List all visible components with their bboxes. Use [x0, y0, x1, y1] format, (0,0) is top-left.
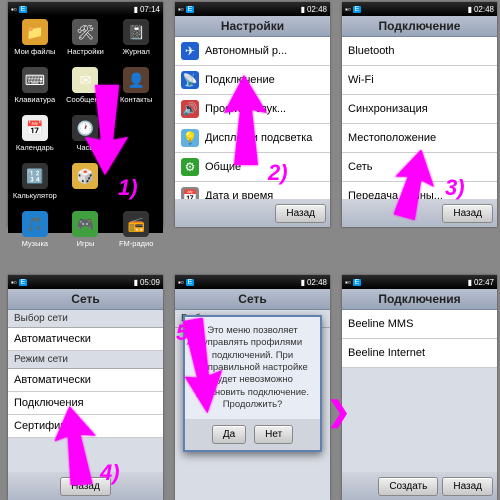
app-icon[interactable]: 📅Календарь	[10, 115, 60, 162]
list-item[interactable]: Синхронизация	[342, 95, 497, 124]
title-bar: Сеть	[8, 289, 163, 310]
title-bar: Настройки	[175, 16, 330, 37]
status-bar: ▪▫E▮02:48	[175, 275, 330, 289]
value-network-select[interactable]: Автоматически	[8, 328, 163, 351]
list-item[interactable]: Beeline MMS	[342, 310, 497, 339]
title-bar: Подключения	[342, 289, 497, 310]
status-bar: ▪▫E ▮07:14	[8, 2, 163, 16]
list-item[interactable]: ✈Автономный р...	[175, 37, 330, 66]
clock-text: 07:14	[140, 5, 160, 14]
app-icon[interactable]: 🕐Часы	[61, 115, 111, 162]
arrow-right-icon: ❯	[327, 395, 350, 428]
app-icon[interactable]: 🎲	[61, 163, 111, 210]
app-icon[interactable]: ✉Сообщен...	[61, 67, 111, 114]
list-item[interactable]: 🔊Профили звук...	[175, 95, 330, 124]
list-item[interactable]: ⚙Общие	[175, 153, 330, 182]
confirm-dialog: Это меню позволяет управлять профилями п…	[183, 315, 322, 452]
title-bar: Подключение	[342, 16, 497, 37]
app-icon[interactable]: 🎵Музыка	[10, 211, 60, 258]
status-bar: ▪▫E▮02:47	[342, 275, 497, 289]
app-icon[interactable]: 🛠Настройки	[61, 19, 111, 66]
step-5-label: 5)	[176, 320, 196, 346]
connection-list: BluetoothWi-FiСинхронизацияМестоположени…	[342, 37, 497, 211]
bottom-bar: Назад	[175, 199, 330, 227]
section-network-mode: Режим сети	[8, 351, 163, 369]
app-icon[interactable]: 🔢Калькулятор	[10, 163, 60, 210]
edge-icon: E	[19, 6, 28, 13]
settings-list: ✈Автономный р...📡Подключение🔊Профили зву…	[175, 37, 330, 211]
back-button[interactable]: Назад	[442, 477, 493, 496]
dialog-text: Это меню позволяет управлять профилями п…	[185, 317, 320, 419]
title-bar: Сеть	[175, 289, 330, 310]
yes-button[interactable]: Да	[212, 425, 246, 444]
list-item[interactable]: 📡Подключение	[175, 66, 330, 95]
app-icon[interactable]	[111, 115, 161, 162]
status-bar: ▪▫E▮05:09	[8, 275, 163, 289]
home-grid: 📁Мои файлы🛠Настройки📓Журнал ⌨Клавиатура✉С…	[8, 16, 163, 233]
status-bar: ▪▫E▮02:48	[342, 2, 497, 16]
signal-icon: ▪▫	[11, 5, 17, 14]
dialog-buttons: Да Нет	[185, 419, 320, 450]
list-item[interactable]: Wi-Fi	[342, 66, 497, 95]
value-network-mode[interactable]: Автоматически	[8, 369, 163, 392]
app-icon[interactable]: 👤Контакты	[111, 67, 161, 114]
step-4-label: 4)	[100, 460, 120, 486]
screen-4-network: ▪▫E▮05:09 Сеть Выбор сети Автоматически …	[8, 275, 163, 500]
item-certificates[interactable]: Сертификаты	[8, 415, 163, 438]
step-1-label: 1)	[118, 175, 138, 201]
profiles-list: Beeline MMSBeeline Internet	[342, 310, 497, 368]
back-button[interactable]: Назад	[442, 204, 493, 223]
app-icon[interactable]: ⌨Клавиатура	[10, 67, 60, 114]
app-icon[interactable]: 🎮Игры	[61, 211, 111, 258]
step-3-label: 3)	[445, 175, 465, 201]
step-2-label: 2)	[268, 160, 288, 186]
list-item[interactable]: Beeline Internet	[342, 339, 497, 368]
status-bar: ▪▫E▮02:48	[175, 2, 330, 16]
list-item[interactable]: 💡Дисплей и подсветка	[175, 124, 330, 153]
list-item[interactable]: Bluetooth	[342, 37, 497, 66]
bottom-bar: Создать Назад	[342, 472, 497, 500]
app-icon[interactable]: 📻FM-радио	[111, 211, 161, 258]
back-button[interactable]: Назад	[275, 204, 326, 223]
list-item[interactable]: Местоположение	[342, 124, 497, 153]
section-network-select: Выбор сети	[8, 310, 163, 328]
bottom-bar: Назад	[342, 199, 497, 227]
no-button[interactable]: Нет	[254, 425, 293, 444]
app-icon[interactable]: 📓Журнал	[111, 19, 161, 66]
screen-6-profiles: ▪▫E▮02:47 Подключения Beeline MMSBeeline…	[342, 275, 497, 500]
screen-3-connection: ▪▫E▮02:48 Подключение BluetoothWi-FiСинх…	[342, 2, 497, 227]
bottom-bar: Назад	[8, 472, 163, 500]
battery-icon: ▮	[134, 5, 138, 14]
item-connections[interactable]: Подключения	[8, 392, 163, 415]
screen-2-settings: ▪▫E▮02:48 Настройки ✈Автономный р...📡Под…	[175, 2, 330, 227]
app-icon[interactable]: 📁Мои файлы	[10, 19, 60, 66]
create-button[interactable]: Создать	[378, 477, 438, 496]
screen-1-home: ▪▫E ▮07:14 📁Мои файлы🛠Настройки📓Журнал ⌨К…	[8, 2, 163, 227]
list-item[interactable]: Сеть	[342, 153, 497, 182]
screen-5-dialog: ▪▫E▮02:48 Сеть Выбор сети Это меню позво…	[175, 275, 330, 500]
